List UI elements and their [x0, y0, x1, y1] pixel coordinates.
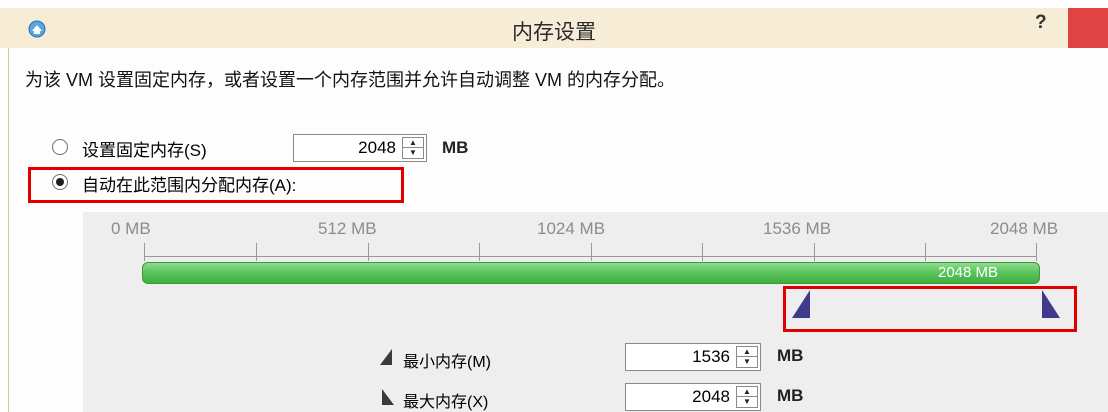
- scale-tick: [814, 243, 815, 261]
- chevron-down-icon[interactable]: ▼: [403, 148, 423, 158]
- title-bar: 内存设置 ?: [0, 8, 1108, 48]
- max-memory-stepper[interactable]: 2048 ▲ ▼: [625, 383, 761, 411]
- scale-tick: [256, 243, 257, 261]
- min-memory-stepper[interactable]: 1536 ▲ ▼: [625, 343, 761, 371]
- scale-tick: [144, 243, 145, 261]
- scale-label-512: 512 MB: [318, 219, 377, 238]
- fixed-memory-stepper-arrows[interactable]: ▲ ▼: [402, 137, 424, 159]
- fixed-memory-stepper[interactable]: 2048 ▲ ▼: [293, 134, 427, 162]
- help-button[interactable]: ?: [1035, 12, 1047, 34]
- chevron-down-icon[interactable]: ▼: [737, 397, 757, 407]
- fixed-memory-value[interactable]: 2048: [358, 138, 396, 158]
- memory-usage-bar: [142, 262, 1040, 284]
- scale-label-1536: 1536 MB: [763, 219, 832, 238]
- scale-label-0: 0 MB: [111, 219, 151, 238]
- chevron-down-icon[interactable]: ▼: [737, 357, 757, 367]
- max-memory-stepper-arrows[interactable]: ▲ ▼: [736, 386, 758, 408]
- min-memory-stepper-arrows[interactable]: ▲ ▼: [736, 346, 758, 368]
- scale-tick: [925, 243, 926, 261]
- min-memory-icon: [380, 349, 392, 365]
- scale-tick: [702, 243, 703, 261]
- min-memory-unit: MB: [777, 346, 804, 365]
- chevron-up-icon[interactable]: ▲: [737, 387, 757, 397]
- close-button[interactable]: [1068, 8, 1108, 48]
- highlight-box-auto-option: [28, 167, 404, 203]
- scale-tick: [1036, 243, 1037, 261]
- scale-label-2048: 2048 MB: [990, 219, 1059, 238]
- highlight-box-handles: [783, 286, 1077, 332]
- window-title: 内存设置: [512, 21, 596, 44]
- max-memory-icon: [382, 389, 394, 405]
- min-memory-label: 最小内存(M): [403, 354, 491, 371]
- memory-usage-bar-label: 2048 MB: [938, 264, 999, 281]
- scale-tick: [479, 243, 480, 261]
- min-memory-value[interactable]: 1536: [692, 347, 730, 367]
- fixed-memory-radio[interactable]: [52, 139, 68, 155]
- scale-tick: [368, 243, 369, 261]
- description-text: 为该 VM 设置固定内存，或者设置一个内存范围并允许自动调整 VM 的内存分配。: [25, 70, 676, 90]
- max-memory-unit: MB: [777, 386, 804, 405]
- fixed-memory-label[interactable]: 设置固定内存(S): [82, 136, 207, 161]
- fixed-memory-unit: MB: [442, 138, 469, 157]
- scale-tick: [591, 243, 592, 261]
- scale-label-1024: 1024 MB: [537, 219, 606, 238]
- max-memory-value[interactable]: 2048: [692, 387, 730, 407]
- chevron-up-icon[interactable]: ▲: [403, 138, 423, 148]
- chevron-up-icon[interactable]: ▲: [737, 347, 757, 357]
- max-memory-label: 最大内存(X): [403, 394, 489, 411]
